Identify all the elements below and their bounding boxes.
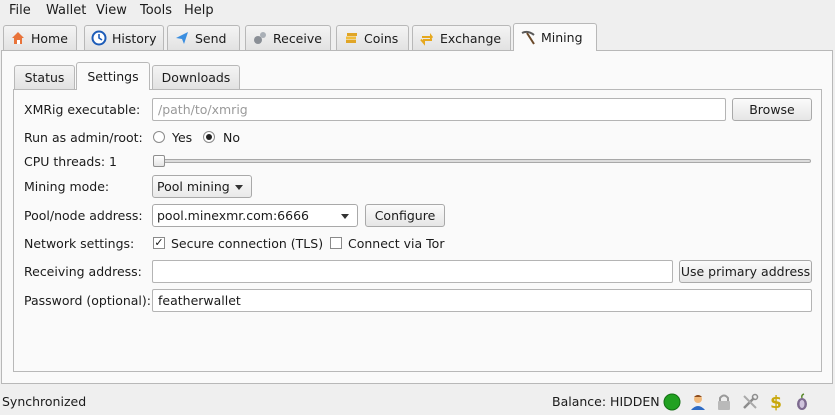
receiving-address-input[interactable]: [152, 260, 673, 283]
tab-send-label: Send: [195, 30, 227, 46]
receiving-address-label: Receiving address:: [24, 264, 142, 279]
chevron-down-icon: [341, 214, 349, 219]
tab-home[interactable]: Home: [3, 25, 77, 50]
status-bar: Synchronized Balance: HIDDEN: [0, 386, 835, 415]
network-settings-label: Network settings:: [24, 236, 135, 251]
cpu-threads-slider-handle[interactable]: [153, 155, 165, 167]
receive-icon: [252, 30, 268, 46]
tab-history[interactable]: History: [84, 25, 164, 50]
menu-bar: File Wallet View Tools Help: [0, 0, 835, 22]
tor-icon[interactable]: [793, 393, 811, 411]
tor-checkbox[interactable]: [330, 237, 342, 249]
sync-status: Synchronized: [2, 394, 87, 409]
pool-address-select[interactable]: pool.minexmr.com:6666: [152, 204, 358, 227]
tab-mining[interactable]: Mining: [513, 23, 597, 51]
xmrig-path-placeholder: /path/to/xmrig: [158, 102, 248, 117]
tls-checkbox[interactable]: ✓: [153, 237, 165, 249]
tab-history-label: History: [112, 30, 157, 46]
mining-mode-value: Pool mining: [157, 179, 230, 194]
admin-no-radio[interactable]: [203, 131, 215, 143]
svg-text:$: $: [770, 393, 782, 411]
subtab-status[interactable]: Status: [14, 65, 75, 89]
use-primary-address-button[interactable]: Use primary address: [679, 260, 812, 283]
history-icon: [91, 30, 107, 46]
tab-receive[interactable]: Receive: [245, 25, 331, 50]
browse-button[interactable]: Browse: [732, 98, 812, 121]
menu-view[interactable]: View: [96, 3, 127, 18]
tab-send[interactable]: Send: [167, 25, 240, 50]
mining-mode-select[interactable]: Pool mining: [152, 175, 252, 198]
subtab-settings-label: Settings: [87, 69, 139, 84]
subtab-status-label: Status: [24, 70, 65, 85]
tab-exchange[interactable]: Exchange: [412, 25, 511, 50]
menu-help[interactable]: Help: [184, 3, 214, 18]
tab-receive-label: Receive: [273, 30, 322, 46]
main-tab-bar: Home History Send Receive Coins Exchange: [0, 23, 835, 51]
subtab-downloads-label: Downloads: [161, 70, 231, 85]
coins-icon: [343, 30, 359, 46]
balance-text: Balance: HIDDEN: [552, 394, 660, 409]
menu-file[interactable]: File: [9, 3, 31, 18]
tls-label: Secure connection (TLS): [171, 236, 324, 251]
use-primary-address-label: Use primary address: [680, 264, 811, 279]
lock-icon[interactable]: [715, 393, 733, 411]
menu-wallet[interactable]: Wallet: [46, 3, 86, 18]
tab-exchange-label: Exchange: [440, 30, 502, 46]
tab-home-label: Home: [31, 30, 68, 46]
password-value: featherwallet: [158, 293, 241, 308]
configure-button-label: Configure: [374, 208, 436, 223]
mining-mode-label: Mining mode:: [24, 179, 110, 194]
cpu-threads-slider-track[interactable]: [156, 159, 811, 163]
tor-label: Connect via Tor: [348, 236, 445, 251]
admin-yes-radio[interactable]: [153, 131, 165, 143]
connection-status-icon[interactable]: [663, 393, 681, 411]
browse-button-label: Browse: [749, 102, 795, 117]
currency-icon[interactable]: $: [767, 393, 785, 413]
settings-icon[interactable]: [741, 393, 759, 411]
password-label: Password (optional):: [24, 293, 151, 308]
admin-label: Run as admin/root:: [24, 130, 143, 145]
send-icon: [174, 30, 190, 46]
exchange-icon: [419, 30, 435, 46]
admin-no-label: No: [223, 130, 240, 145]
radio-selected-dot: [206, 134, 212, 140]
password-input[interactable]: featherwallet: [152, 289, 812, 312]
cpu-threads-label: CPU threads: 1: [24, 154, 118, 169]
xmrig-label: XMRig executable:: [24, 102, 141, 117]
tab-mining-label: Mining: [541, 30, 583, 45]
configure-button[interactable]: Configure: [365, 204, 445, 227]
user-icon[interactable]: [689, 393, 707, 411]
subtab-downloads[interactable]: Downloads: [152, 65, 240, 89]
admin-yes-label: Yes: [172, 130, 193, 145]
home-icon: [10, 30, 26, 46]
chevron-down-icon: [235, 185, 243, 190]
tab-coins-label: Coins: [364, 30, 399, 46]
tab-coins[interactable]: Coins: [336, 25, 409, 50]
menu-tools[interactable]: Tools: [140, 3, 172, 18]
pool-address-label: Pool/node address:: [24, 208, 143, 223]
subtab-settings[interactable]: Settings: [76, 62, 150, 90]
xmrig-path-input[interactable]: /path/to/xmrig: [152, 98, 726, 121]
pool-address-value: pool.minexmr.com:6666: [157, 208, 309, 223]
pickaxe-icon: [520, 30, 536, 46]
